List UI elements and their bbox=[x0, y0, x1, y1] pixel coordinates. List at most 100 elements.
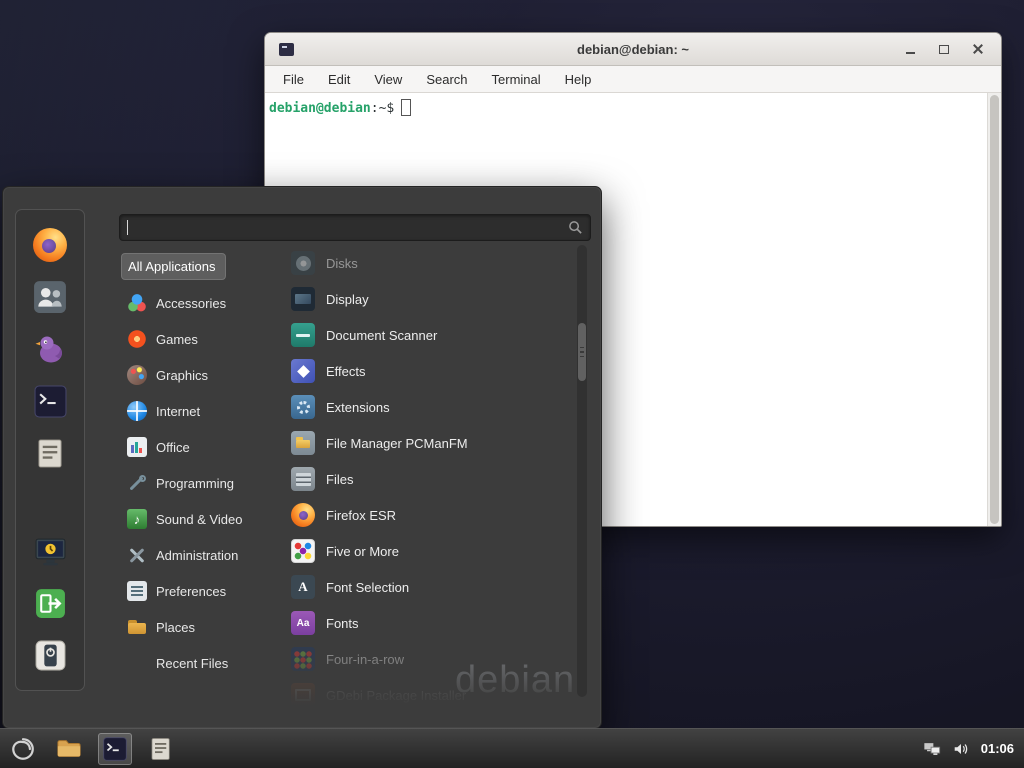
app-label: Four-in-a-row bbox=[326, 652, 404, 667]
app-effects[interactable]: Effects bbox=[285, 353, 573, 389]
category-preferences[interactable]: Preferences bbox=[121, 573, 236, 609]
text-caret bbox=[127, 220, 128, 235]
app-extensions[interactable]: Extensions bbox=[285, 389, 573, 425]
menu-item-view[interactable]: View bbox=[374, 72, 402, 87]
category-label: Programming bbox=[156, 476, 234, 491]
maximize-icon[interactable] bbox=[933, 39, 955, 59]
window-title: debian@debian: ~ bbox=[265, 42, 1001, 57]
app-label: Firefox ESR bbox=[326, 508, 396, 523]
category-games[interactable]: Games bbox=[121, 321, 208, 357]
app-files[interactable]: Files bbox=[285, 461, 573, 497]
app-four-in-a-row[interactable]: Four-in-a-row bbox=[285, 641, 573, 677]
menu-button[interactable] bbox=[6, 733, 40, 765]
app-fonts[interactable]: Fonts bbox=[285, 605, 573, 641]
app-list-scrollbar[interactable] bbox=[577, 245, 587, 697]
application-menu: debian bbox=[2, 186, 602, 729]
search-box[interactable] bbox=[119, 214, 591, 241]
terminal-task-button[interactable] bbox=[98, 733, 132, 765]
category-places[interactable]: Places bbox=[121, 609, 205, 645]
app-document-scanner[interactable]: Document Scanner bbox=[285, 317, 573, 353]
menu-item-edit[interactable]: Edit bbox=[328, 72, 350, 87]
menu-item-file[interactable]: File bbox=[283, 72, 304, 87]
menu-item-terminal[interactable]: Terminal bbox=[492, 72, 541, 87]
app-display[interactable]: Display bbox=[285, 281, 573, 317]
app-five-or-more[interactable]: Five or More bbox=[285, 533, 573, 569]
category-graphics[interactable]: Graphics bbox=[121, 357, 218, 393]
favorite-terminal-icon[interactable] bbox=[31, 382, 69, 420]
search-icon bbox=[568, 220, 583, 235]
taskbar: 01:06 bbox=[0, 728, 1024, 768]
terminal-scrollbar-thumb[interactable] bbox=[990, 95, 999, 524]
graphics-icon bbox=[127, 365, 147, 385]
app-label: Font Selection bbox=[326, 580, 409, 595]
category-label: All Applications bbox=[128, 259, 215, 274]
app-label: Display bbox=[326, 292, 369, 307]
four-in-a-row-icon bbox=[291, 647, 315, 671]
category-label: Accessories bbox=[156, 296, 226, 311]
five-or-more-icon bbox=[291, 539, 315, 563]
files-launcher-icon[interactable] bbox=[144, 733, 178, 765]
category-internet[interactable]: Internet bbox=[121, 393, 210, 429]
app-label: GDebi Package Installer bbox=[326, 688, 466, 703]
category-all-applications[interactable]: All Applications bbox=[121, 253, 226, 280]
category-administration[interactable]: Administration bbox=[121, 537, 248, 573]
app-disks[interactable]: Disks bbox=[285, 245, 573, 281]
terminal-cursor bbox=[401, 99, 411, 116]
lock-screen-icon[interactable] bbox=[31, 532, 69, 570]
internet-globe-icon bbox=[127, 401, 147, 421]
app-font-selection[interactable]: Font Selection bbox=[285, 569, 573, 605]
category-office[interactable]: Office bbox=[121, 429, 200, 465]
category-accessories[interactable]: Accessories bbox=[121, 285, 236, 321]
sound-video-icon bbox=[127, 509, 147, 529]
favorite-mascot-icon[interactable] bbox=[31, 330, 69, 368]
menu-item-help[interactable]: Help bbox=[565, 72, 592, 87]
shut-down-icon[interactable] bbox=[31, 636, 69, 674]
category-programming[interactable]: Programming bbox=[121, 465, 244, 501]
prompt-path: :~$ bbox=[371, 101, 394, 116]
terminal-app-icon bbox=[279, 43, 294, 56]
favorite-people-icon[interactable] bbox=[31, 278, 69, 316]
log-out-icon[interactable] bbox=[31, 584, 69, 622]
terminal-menubar: File Edit View Search Terminal Help bbox=[265, 66, 1001, 93]
app-firefox-esr[interactable]: Firefox ESR bbox=[285, 497, 573, 533]
programming-icon bbox=[127, 473, 147, 493]
files-icon bbox=[291, 467, 315, 491]
terminal-scrollbar[interactable] bbox=[987, 93, 1001, 526]
gdebi-icon bbox=[291, 683, 315, 707]
app-gdebi-package-installer[interactable]: GDebi Package Installer bbox=[285, 677, 573, 713]
desktop: debian@debian: ~ File Edit View Search T… bbox=[0, 0, 1024, 768]
effects-icon bbox=[291, 359, 315, 383]
preferences-icon bbox=[127, 581, 147, 601]
app-label: File Manager PCManFM bbox=[326, 436, 468, 451]
terminal-titlebar[interactable]: debian@debian: ~ bbox=[265, 33, 1001, 66]
category-sound-video[interactable]: Sound & Video bbox=[121, 501, 253, 537]
file-manager-launcher-icon[interactable] bbox=[52, 733, 86, 765]
menu-item-search[interactable]: Search bbox=[426, 72, 467, 87]
favorite-documents-icon[interactable] bbox=[31, 434, 69, 472]
favorite-firefox-icon[interactable] bbox=[31, 226, 69, 264]
app-list-scrollbar-thumb[interactable] bbox=[578, 323, 586, 381]
places-folder-icon bbox=[127, 617, 147, 637]
document-scanner-icon bbox=[291, 323, 315, 347]
firefox-icon bbox=[291, 503, 315, 527]
search-input[interactable] bbox=[120, 215, 590, 240]
extensions-icon bbox=[291, 395, 315, 419]
category-label: Internet bbox=[156, 404, 200, 419]
category-label: Places bbox=[156, 620, 195, 635]
category-recent-files[interactable]: Recent Files bbox=[121, 645, 238, 681]
prompt-user: debian@debian bbox=[269, 101, 371, 116]
volume-icon[interactable] bbox=[952, 740, 970, 758]
app-label: Files bbox=[326, 472, 353, 487]
display-icon bbox=[291, 287, 315, 311]
fonts-icon bbox=[291, 611, 315, 635]
close-icon[interactable] bbox=[967, 39, 989, 59]
minimize-icon[interactable] bbox=[899, 39, 921, 59]
app-label: Extensions bbox=[326, 400, 390, 415]
disks-icon bbox=[291, 251, 315, 275]
games-icon bbox=[127, 329, 147, 349]
category-list: All Applications Accessories Games Graph… bbox=[121, 249, 279, 681]
file-manager-icon bbox=[291, 431, 315, 455]
app-file-manager-pcmanfm[interactable]: File Manager PCManFM bbox=[285, 425, 573, 461]
clock[interactable]: 01:06 bbox=[981, 741, 1014, 756]
network-icon[interactable] bbox=[923, 740, 941, 758]
